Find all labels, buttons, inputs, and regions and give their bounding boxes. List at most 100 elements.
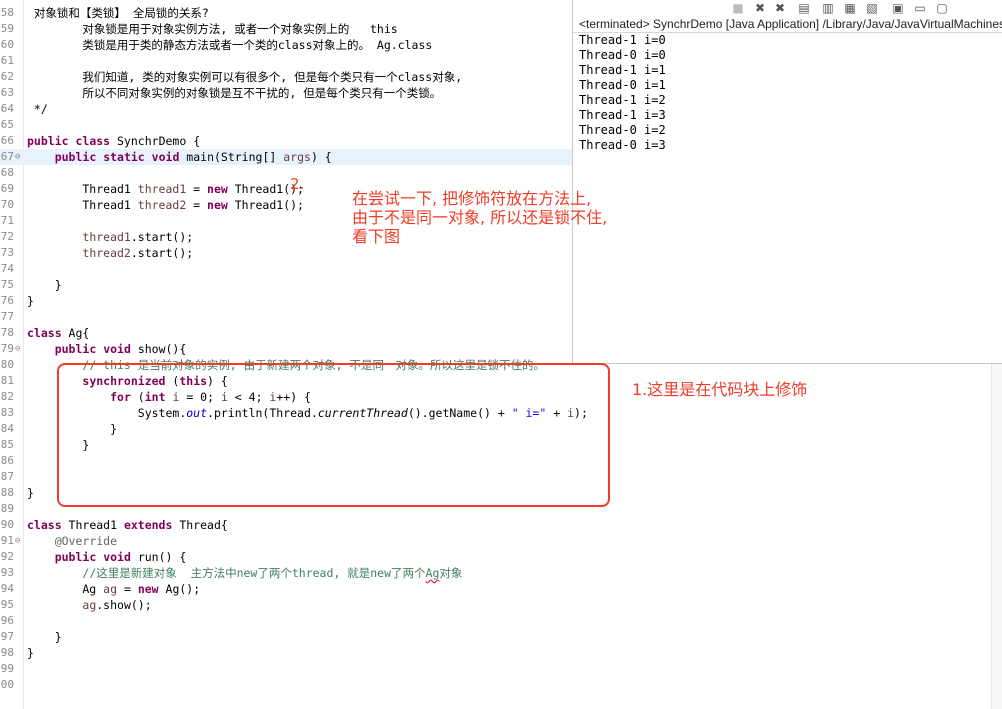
open-console-icon[interactable]: ▭: [913, 1, 927, 15]
console-output[interactable]: Thread-1 i=0 Thread-0 i=0 Thread-1 i=1 Thre…: [579, 33, 666, 153]
code-line[interactable]: 73 thread2.start();: [0, 245, 572, 261]
remove-launch-icon[interactable]: ✖: [753, 1, 767, 15]
code-text: ag.show();: [82, 598, 152, 612]
code-line[interactable]: 62 我们知道, 类的对象实例可以有很多个, 但是每个类只有一个class对象,: [0, 69, 572, 85]
code-text: class Thread1 extends Thread{: [27, 518, 228, 532]
code-line[interactable]: 59 对象锁是用于对象实例方法, 或者一个对象实例上的 this: [0, 21, 572, 37]
terminate-icon[interactable]: ■: [731, 1, 745, 15]
copy-icon[interactable]: ▧: [865, 1, 879, 15]
code-line[interactable]: 77: [0, 309, 572, 325]
console-toolbar: ■ ✖ ✖ ▤ ▥ ▦ ▧ ▣ ▭ ▢: [573, 0, 1002, 17]
line-number: 73: [0, 246, 14, 259]
line-number: 81: [0, 374, 14, 387]
code-text: 对象锁和【类锁】 全局锁的关系?: [27, 6, 209, 20]
line-number: 58: [0, 6, 14, 19]
code-text: @Override: [54, 534, 118, 548]
line-number: 70: [0, 198, 14, 211]
code-line[interactable]: 96: [0, 613, 572, 629]
line-number: 77: [0, 310, 14, 323]
code-line[interactable]: 78 class Ag{: [0, 325, 572, 341]
line-number: 89: [0, 502, 14, 515]
code-text: }: [27, 278, 62, 292]
annotation-marker-1: 1.这里是在代码块上修饰: [632, 380, 808, 399]
code-line[interactable]: 60 类锁是用于类的静态方法或者一个类的class对象上的。 Ag.class: [0, 37, 572, 53]
line-number: 69: [0, 182, 14, 195]
line-number: 64: [0, 102, 14, 115]
annotation-main-note: 在尝试一下, 把修饰符放在方法上, 由于不是同一对象, 所以还是锁不住, 看下图: [352, 189, 608, 246]
code-text: //这里是新建对象 主方法中new了两个thread, 就是new了两个Ag对象: [82, 566, 463, 580]
pin-console-icon[interactable]: ▦: [843, 1, 857, 15]
remove-all-icon[interactable]: ✖: [773, 1, 787, 15]
code-line[interactable]: 66 public class SynchrDemo {: [0, 133, 572, 149]
line-number: 97: [0, 630, 14, 643]
line-number: 65: [0, 118, 14, 131]
line-number: 94: [0, 582, 14, 595]
line-number: 00: [0, 678, 14, 691]
code-line[interactable]: 75 }: [0, 277, 572, 293]
new-console-icon[interactable]: ▢: [935, 1, 949, 15]
code-text: Thread1 thread2 = new Thread1();: [27, 198, 304, 212]
line-number: 86: [0, 454, 14, 467]
line-number: 75: [0, 278, 14, 291]
fold-toggle-icon[interactable]: ⊖: [15, 341, 20, 357]
line-number: 76: [0, 294, 14, 307]
code-line[interactable]: 99: [0, 661, 572, 677]
code-text: Ag ag = new Ag();: [27, 582, 201, 596]
code-lines[interactable]: 57 *58 对象锁和【类锁】 全局锁的关系?59 对象锁是用于对象实例方法, …: [0, 0, 588, 693]
code-text: 我们知道, 类的对象实例可以有很多个, 但是每个类只有一个class对象,: [27, 70, 463, 84]
code-line[interactable]: 97 }: [0, 629, 572, 645]
line-number: 93: [0, 566, 14, 579]
console-view[interactable]: ■ ✖ ✖ ▤ ▥ ▦ ▧ ▣ ▭ ▢ <terminated> SynchrDemo [Java…: [572, 0, 1002, 364]
editor-vertical-scrollbar[interactable]: [991, 363, 1002, 709]
line-number: 62: [0, 70, 14, 83]
line-number: 92: [0, 550, 14, 563]
code-text: public static void main(String[] args) {: [54, 150, 332, 164]
console-output-line: Thread-0 i=0: [579, 48, 666, 62]
code-text: 所以不同对象实例的对象锁是互不干扰的, 但是每个类只有一个类锁。: [27, 86, 442, 100]
line-number: 87: [0, 470, 14, 483]
code-line[interactable]: 79 ⊖ public void show(){: [0, 341, 572, 357]
code-line[interactable]: 74: [0, 261, 572, 277]
console-output-line: Thread-0 i=3: [579, 138, 666, 152]
code-line[interactable]: 67 ⊖ public static void main(String[] arg…: [0, 149, 572, 165]
code-line[interactable]: 95 ag.show();: [0, 597, 572, 613]
line-number: 71: [0, 214, 14, 227]
code-line[interactable]: 61: [0, 53, 572, 69]
display-console-icon[interactable]: ▣: [891, 1, 905, 15]
code-line[interactable]: 65: [0, 117, 572, 133]
code-line[interactable]: 63 所以不同对象实例的对象锁是互不干扰的, 但是每个类只有一个类锁。: [0, 85, 572, 101]
line-number: 85: [0, 438, 14, 451]
code-line[interactable]: 64 */: [0, 101, 572, 117]
word-wrap-icon[interactable]: ▥: [821, 1, 835, 15]
line-number: 80: [0, 358, 14, 371]
fold-toggle-icon[interactable]: ⊖: [15, 149, 20, 165]
code-text: thread1.start();: [82, 230, 194, 244]
code-line[interactable]: 94 Ag ag = new Ag();: [0, 581, 572, 597]
console-output-line: Thread-1 i=3: [579, 108, 666, 122]
fold-toggle-icon[interactable]: ⊖: [15, 533, 20, 549]
line-number: 96: [0, 614, 14, 627]
code-text: 类锁是用于类的静态方法或者一个类的class对象上的。 Ag.class: [27, 38, 433, 52]
line-number: 67: [0, 150, 14, 163]
code-text: }: [27, 486, 34, 500]
code-line[interactable]: 68: [0, 165, 572, 181]
code-line[interactable]: 92 public void run() {: [0, 549, 572, 565]
code-line[interactable]: 76}: [0, 293, 572, 309]
code-line[interactable]: 91 ⊖ @Override: [0, 533, 572, 549]
code-text: thread2.start();: [82, 246, 194, 260]
scroll-lock-icon[interactable]: ▤: [797, 1, 811, 15]
line-number: 74: [0, 262, 14, 275]
code-line[interactable]: 93 //这里是新建对象 主方法中new了两个thread, 就是new了两个A…: [0, 565, 572, 581]
line-number: 59: [0, 22, 14, 35]
line-number: 61: [0, 54, 14, 67]
code-line[interactable]: 58 对象锁和【类锁】 全局锁的关系?: [0, 5, 572, 21]
line-number: 91: [0, 534, 14, 547]
line-number: 84: [0, 422, 14, 435]
code-line[interactable]: 98}: [0, 645, 572, 661]
line-number: 60: [0, 38, 14, 51]
line-number: 98: [0, 646, 14, 659]
code-text: }: [27, 630, 62, 644]
code-line[interactable]: 00: [0, 677, 572, 693]
console-output-line: Thread-1 i=0: [579, 33, 666, 47]
code-line[interactable]: 90 class Thread1 extends Thread{: [0, 517, 572, 533]
